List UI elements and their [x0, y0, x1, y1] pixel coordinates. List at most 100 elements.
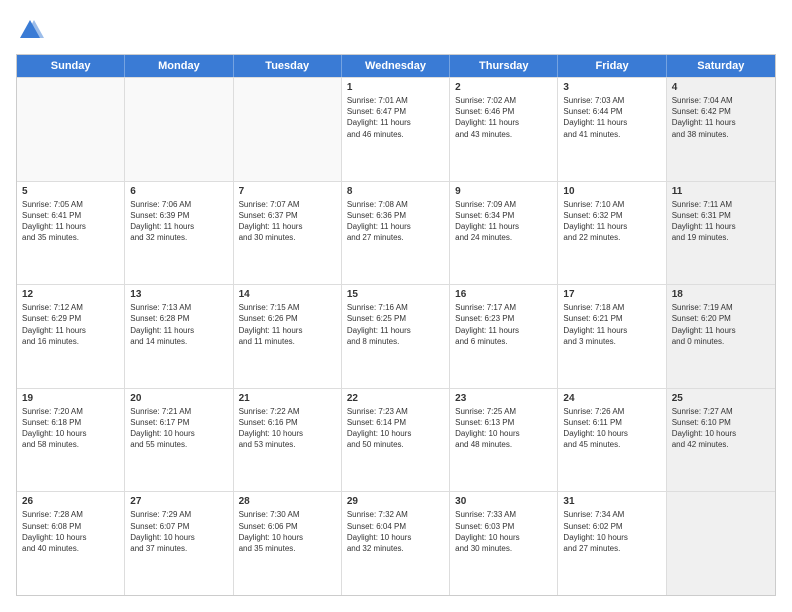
cell-info: Sunrise: 7:33 AM Sunset: 6:03 PM Dayligh… [455, 509, 552, 554]
calendar-cell-4-1: 27 Sunrise: 7:29 AM Sunset: 6:07 PM Dayli… [125, 492, 233, 595]
logo-icon [16, 16, 44, 44]
calendar-header: SundayMondayTuesdayWednesdayThursdayFrid… [17, 55, 775, 77]
cell-info: Sunrise: 7:30 AM Sunset: 6:06 PM Dayligh… [239, 509, 336, 554]
cell-info: Sunrise: 7:11 AM Sunset: 6:31 PM Dayligh… [672, 199, 770, 244]
cell-info: Sunrise: 7:06 AM Sunset: 6:39 PM Dayligh… [130, 199, 227, 244]
calendar-cell-2-6: 18Sunrise: 7:19 AM Sunset: 6:20 PM Dayli… [667, 285, 775, 388]
day-number: 6 [130, 186, 227, 197]
calendar-row-1: 5Sunrise: 7:05 AM Sunset: 6:41 PM Daylig… [17, 181, 775, 285]
calendar-cell-2-0: 12 Sunrise: 7:12 AM Sunset: 6:29 PM Dayli… [17, 285, 125, 388]
cell-info: Sunrise: 7:08 AM Sunset: 6:36 PM Dayligh… [347, 199, 444, 244]
day-number: 16 [455, 289, 552, 300]
calendar-body: 1 Sunrise: 7:01 AM Sunset: 6:47 PM Daylig… [17, 77, 775, 595]
cell-info: Sunrise: 7:32 AM Sunset: 6:04 PM Dayligh… [347, 509, 444, 554]
header-day-friday: Friday [558, 55, 666, 77]
calendar-cell-0-5: 3 Sunrise: 7:03 AM Sunset: 6:44 PM Daylig… [558, 78, 666, 181]
logo [16, 16, 48, 44]
calendar-cell-3-0: 19 Sunrise: 7:20 AM Sunset: 6:18 PM Dayli… [17, 389, 125, 492]
day-number: 8 [347, 186, 444, 197]
day-number: 7 [239, 186, 336, 197]
day-number: 1 [347, 82, 444, 93]
calendar-cell-1-1: 6 Sunrise: 7:06 AM Sunset: 6:39 PM Daylig… [125, 182, 233, 285]
day-number: 22 [347, 393, 444, 404]
calendar-cell-1-0: 5Sunrise: 7:05 AM Sunset: 6:41 PM Daylig… [17, 182, 125, 285]
header-day-tuesday: Tuesday [234, 55, 342, 77]
day-number: 15 [347, 289, 444, 300]
calendar-cell-0-3: 1 Sunrise: 7:01 AM Sunset: 6:47 PM Daylig… [342, 78, 450, 181]
cell-info: Sunrise: 7:23 AM Sunset: 6:14 PM Dayligh… [347, 406, 444, 451]
calendar-cell-0-4: 2 Sunrise: 7:02 AM Sunset: 6:46 PM Daylig… [450, 78, 558, 181]
day-number: 21 [239, 393, 336, 404]
cell-info: Sunrise: 7:12 AM Sunset: 6:29 PM Dayligh… [22, 302, 119, 347]
day-number: 14 [239, 289, 336, 300]
cell-info: Sunrise: 7:34 AM Sunset: 6:02 PM Dayligh… [563, 509, 660, 554]
day-number: 17 [563, 289, 660, 300]
day-number: 30 [455, 496, 552, 507]
cell-info: Sunrise: 7:26 AM Sunset: 6:11 PM Dayligh… [563, 406, 660, 451]
cell-info: Sunrise: 7:29 AM Sunset: 6:07 PM Dayligh… [130, 509, 227, 554]
calendar-cell-0-2 [234, 78, 342, 181]
cell-info: Sunrise: 7:10 AM Sunset: 6:32 PM Dayligh… [563, 199, 660, 244]
header-day-wednesday: Wednesday [342, 55, 450, 77]
cell-info: Sunrise: 7:02 AM Sunset: 6:46 PM Dayligh… [455, 95, 552, 140]
header-day-saturday: Saturday [667, 55, 775, 77]
calendar-row-2: 12 Sunrise: 7:12 AM Sunset: 6:29 PM Dayli… [17, 284, 775, 388]
cell-info: Sunrise: 7:07 AM Sunset: 6:37 PM Dayligh… [239, 199, 336, 244]
calendar-row-3: 19 Sunrise: 7:20 AM Sunset: 6:18 PM Dayli… [17, 388, 775, 492]
calendar-cell-1-2: 7 Sunrise: 7:07 AM Sunset: 6:37 PM Daylig… [234, 182, 342, 285]
cell-info: Sunrise: 7:20 AM Sunset: 6:18 PM Dayligh… [22, 406, 119, 451]
cell-info: Sunrise: 7:16 AM Sunset: 6:25 PM Dayligh… [347, 302, 444, 347]
calendar-cell-2-2: 14 Sunrise: 7:15 AM Sunset: 6:26 PM Dayli… [234, 285, 342, 388]
header [16, 16, 776, 44]
calendar-row-0: 1 Sunrise: 7:01 AM Sunset: 6:47 PM Daylig… [17, 77, 775, 181]
day-number: 2 [455, 82, 552, 93]
cell-info: Sunrise: 7:18 AM Sunset: 6:21 PM Dayligh… [563, 302, 660, 347]
day-number: 4 [672, 82, 770, 93]
cell-info: Sunrise: 7:27 AM Sunset: 6:10 PM Dayligh… [672, 406, 770, 451]
calendar-cell-4-3: 29 Sunrise: 7:32 AM Sunset: 6:04 PM Dayli… [342, 492, 450, 595]
calendar-cell-0-1 [125, 78, 233, 181]
day-number: 25 [672, 393, 770, 404]
day-number: 11 [672, 186, 770, 197]
cell-info: Sunrise: 7:09 AM Sunset: 6:34 PM Dayligh… [455, 199, 552, 244]
calendar-cell-1-3: 8 Sunrise: 7:08 AM Sunset: 6:36 PM Daylig… [342, 182, 450, 285]
calendar-cell-3-6: 25 Sunrise: 7:27 AM Sunset: 6:10 PM Dayli… [667, 389, 775, 492]
cell-info: Sunrise: 7:17 AM Sunset: 6:23 PM Dayligh… [455, 302, 552, 347]
calendar-cell-2-4: 16 Sunrise: 7:17 AM Sunset: 6:23 PM Dayli… [450, 285, 558, 388]
cell-info: Sunrise: 7:28 AM Sunset: 6:08 PM Dayligh… [22, 509, 119, 554]
calendar-cell-0-0 [17, 78, 125, 181]
cell-info: Sunrise: 7:03 AM Sunset: 6:44 PM Dayligh… [563, 95, 660, 140]
day-number: 31 [563, 496, 660, 507]
calendar-cell-1-4: 9 Sunrise: 7:09 AM Sunset: 6:34 PM Daylig… [450, 182, 558, 285]
calendar-row-4: 26 Sunrise: 7:28 AM Sunset: 6:08 PM Dayli… [17, 491, 775, 595]
day-number: 24 [563, 393, 660, 404]
header-day-thursday: Thursday [450, 55, 558, 77]
calendar-cell-4-4: 30 Sunrise: 7:33 AM Sunset: 6:03 PM Dayli… [450, 492, 558, 595]
calendar-cell-2-1: 13Sunrise: 7:13 AM Sunset: 6:28 PM Dayli… [125, 285, 233, 388]
header-day-monday: Monday [125, 55, 233, 77]
calendar-cell-4-0: 26 Sunrise: 7:28 AM Sunset: 6:08 PM Dayli… [17, 492, 125, 595]
calendar-cell-4-5: 31 Sunrise: 7:34 AM Sunset: 6:02 PM Dayli… [558, 492, 666, 595]
day-number: 29 [347, 496, 444, 507]
cell-info: Sunrise: 7:01 AM Sunset: 6:47 PM Dayligh… [347, 95, 444, 140]
day-number: 27 [130, 496, 227, 507]
day-number: 5 [22, 186, 119, 197]
calendar-cell-3-4: 23 Sunrise: 7:25 AM Sunset: 6:13 PM Dayli… [450, 389, 558, 492]
day-number: 26 [22, 496, 119, 507]
calendar-cell-4-2: 28Sunrise: 7:30 AM Sunset: 6:06 PM Dayli… [234, 492, 342, 595]
day-number: 12 [22, 289, 119, 300]
page: SundayMondayTuesdayWednesdayThursdayFrid… [0, 0, 792, 612]
day-number: 10 [563, 186, 660, 197]
calendar-cell-0-6: 4Sunrise: 7:04 AM Sunset: 6:42 PM Daylig… [667, 78, 775, 181]
header-day-sunday: Sunday [17, 55, 125, 77]
day-number: 23 [455, 393, 552, 404]
calendar-cell-4-6 [667, 492, 775, 595]
calendar-cell-3-2: 21Sunrise: 7:22 AM Sunset: 6:16 PM Dayli… [234, 389, 342, 492]
calendar-cell-2-3: 15 Sunrise: 7:16 AM Sunset: 6:25 PM Dayli… [342, 285, 450, 388]
day-number: 3 [563, 82, 660, 93]
cell-info: Sunrise: 7:15 AM Sunset: 6:26 PM Dayligh… [239, 302, 336, 347]
day-number: 19 [22, 393, 119, 404]
day-number: 9 [455, 186, 552, 197]
calendar-cell-3-1: 20Sunrise: 7:21 AM Sunset: 6:17 PM Dayli… [125, 389, 233, 492]
cell-info: Sunrise: 7:25 AM Sunset: 6:13 PM Dayligh… [455, 406, 552, 451]
